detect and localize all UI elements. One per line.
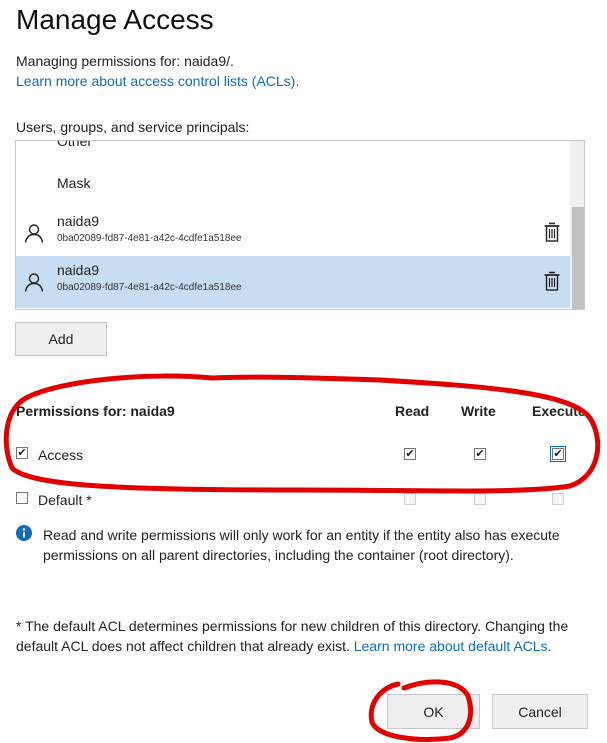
- default-label: Default *: [38, 492, 92, 508]
- access-read-checkbox[interactable]: ✔: [404, 448, 416, 460]
- check-icon: ✔: [405, 447, 415, 460]
- user-name: naida9: [57, 262, 100, 278]
- column-read: Read: [395, 403, 430, 419]
- list-item-user-selected[interactable]: naida9 0ba02089-fd87-4e81-a42c-4cdfe1a51…: [16, 256, 570, 308]
- default-acl-learn-more-link[interactable]: Learn more about default ACLs.: [354, 638, 552, 654]
- principals-list[interactable]: Other Mask naida9 0ba02089-fd87-4e81-a42…: [15, 140, 585, 310]
- default-read-checkbox[interactable]: [404, 493, 416, 505]
- list-item-mask[interactable]: Mask: [16, 175, 570, 195]
- column-write: Write: [461, 403, 496, 419]
- default-write-checkbox[interactable]: [474, 493, 486, 505]
- dialog-title: Manage Access: [16, 4, 214, 35]
- managing-text: Managing permissions for: naida9/.: [16, 53, 234, 69]
- annotation-circle-permissions: [3, 373, 601, 494]
- check-icon: ✔: [475, 447, 485, 460]
- access-label: Access: [38, 447, 84, 463]
- trash-icon[interactable]: [542, 221, 562, 243]
- user-object-id: 0ba02089-fd87-4e81-a42c-4cdfe1a518ee: [57, 233, 242, 244]
- ok-button[interactable]: OK: [387, 694, 480, 729]
- default-acl-note: * The default ACL determines permissions…: [16, 616, 591, 656]
- list-scrollbar-thumb[interactable]: [572, 207, 584, 309]
- column-execute: Execute: [532, 403, 586, 419]
- user-icon: [24, 273, 44, 292]
- default-execute-checkbox[interactable]: [552, 493, 564, 505]
- add-button[interactable]: Add: [15, 322, 107, 356]
- list-item-label: Other: [57, 140, 93, 149]
- info-message: Read and write permissions will only wor…: [43, 527, 560, 563]
- list-item-other[interactable]: Other: [16, 140, 570, 153]
- trash-icon[interactable]: [542, 270, 562, 292]
- permissions-header: Permissions for: naida9: [16, 403, 175, 419]
- check-icon: ✔: [17, 446, 27, 459]
- list-item-user[interactable]: naida9 0ba02089-fd87-4e81-a42c-4cdfe1a51…: [16, 207, 570, 259]
- cancel-button[interactable]: Cancel: [492, 694, 588, 729]
- list-item-label: Mask: [57, 175, 91, 191]
- info-icon: [16, 525, 32, 541]
- default-checkbox[interactable]: [16, 492, 28, 504]
- principals-label: Users, groups, and service principals:: [16, 119, 250, 135]
- user-name: naida9: [57, 213, 100, 229]
- acl-learn-more-link[interactable]: Learn more about access control lists (A…: [16, 73, 299, 89]
- user-object-id: 0ba02089-fd87-4e81-a42c-4cdfe1a518ee: [57, 282, 242, 293]
- access-checkbox[interactable]: ✔: [16, 447, 28, 459]
- access-write-checkbox[interactable]: ✔: [474, 448, 486, 460]
- access-execute-checkbox[interactable]: ✔: [550, 446, 566, 462]
- check-icon: ✔: [553, 447, 563, 460]
- user-icon: [24, 224, 44, 243]
